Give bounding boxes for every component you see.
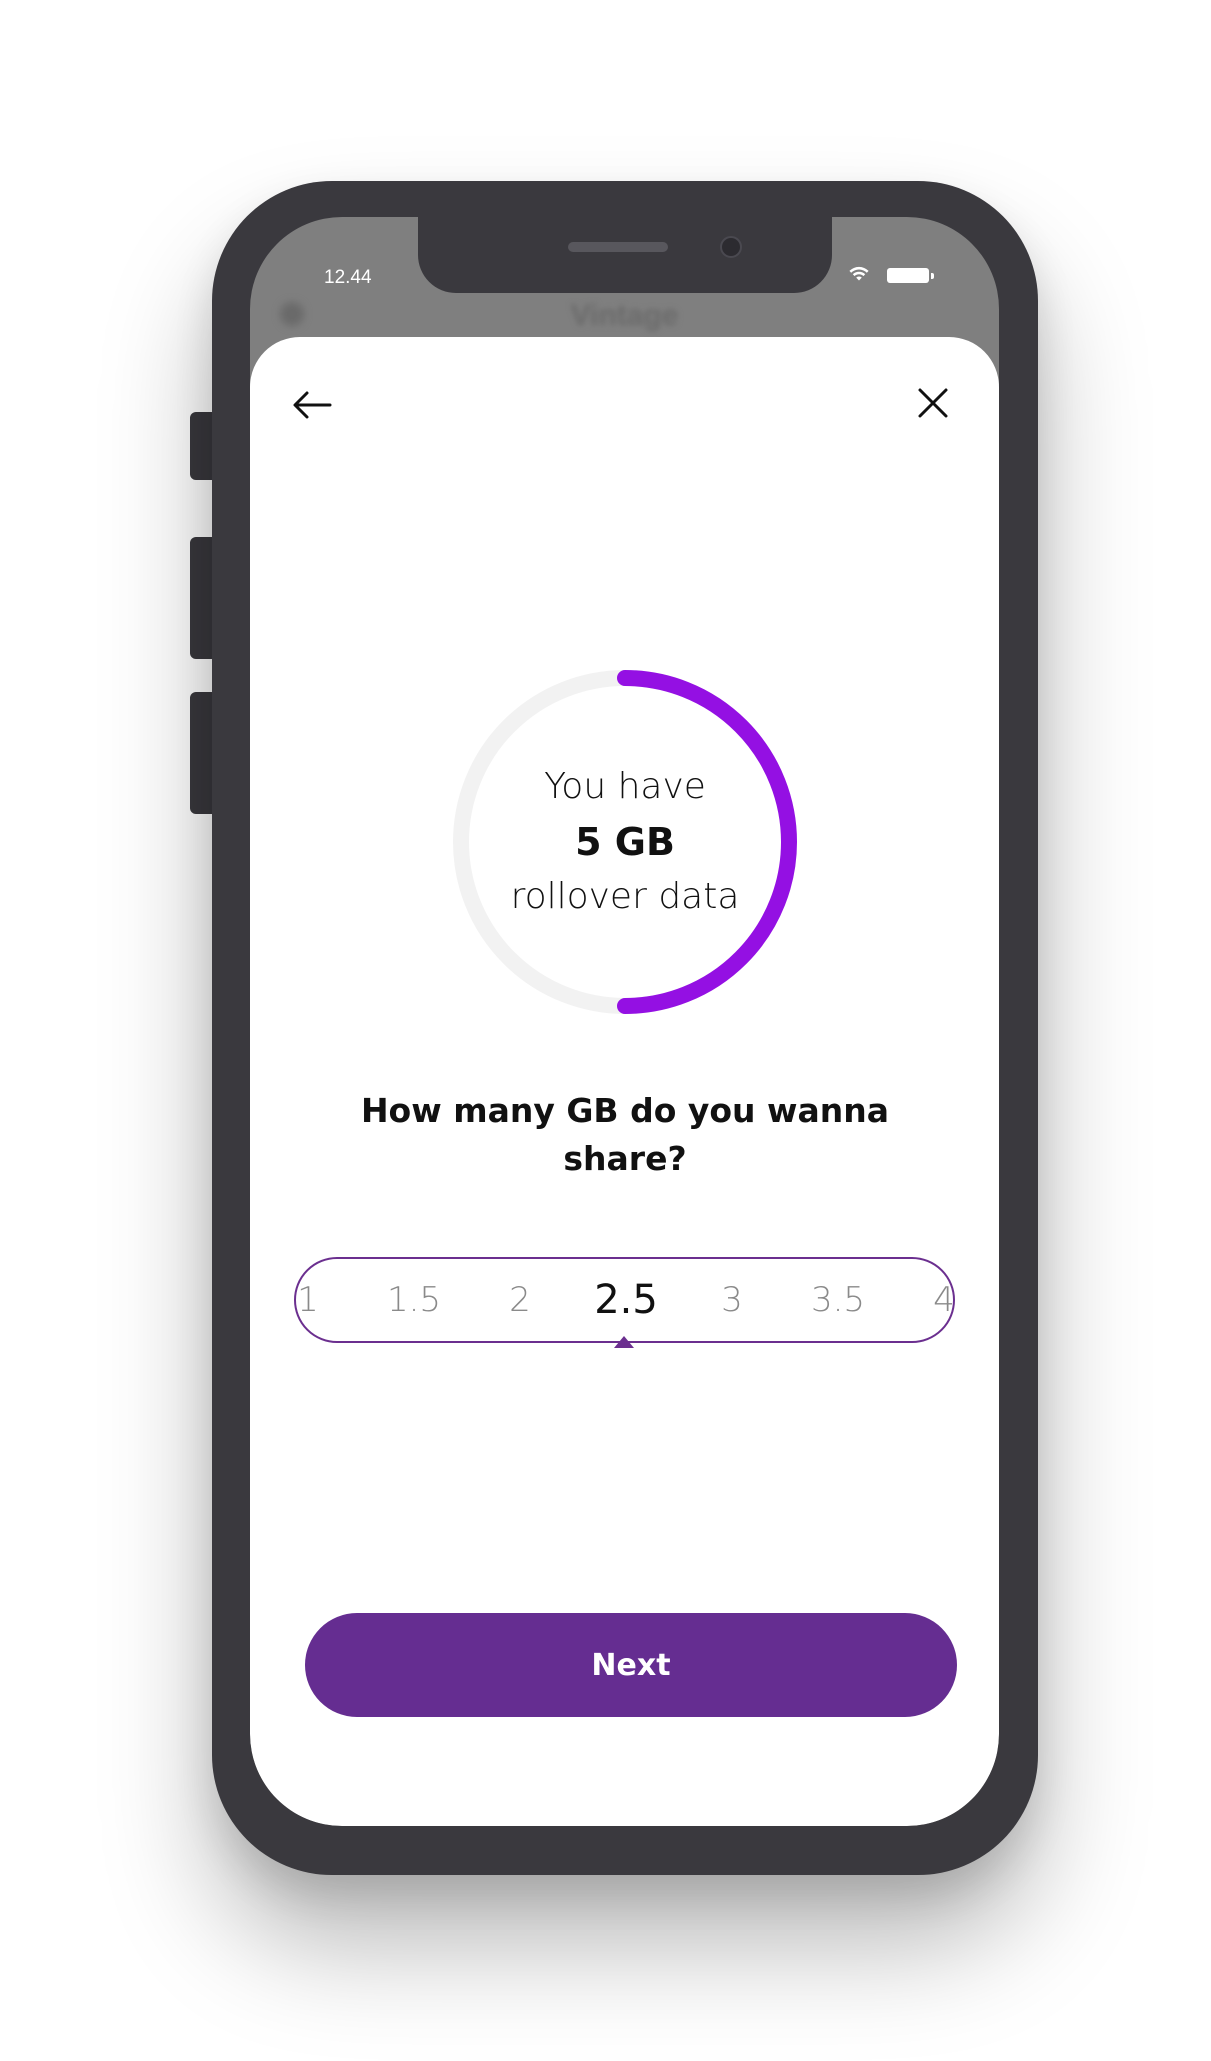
front-camera [720, 236, 742, 258]
close-icon [917, 387, 949, 423]
picker-option[interactable]: 4 [933, 1259, 953, 1341]
back-button[interactable] [282, 377, 342, 437]
next-button[interactable]: Next [305, 1613, 957, 1717]
phone-screen: Vintage 12.44 You have 5 GB rollover dat… [250, 217, 999, 1826]
phone-notch [418, 217, 832, 293]
gb-amount-picker[interactable]: 1 1.5 2 2.5 3 3.5 4 [294, 1257, 955, 1343]
status-time: 12.44 [324, 267, 372, 288]
wifi-icon [847, 264, 871, 286]
battery-icon [887, 267, 934, 283]
background-title: Vintage [570, 299, 679, 332]
picker-option[interactable]: 1 [297, 1259, 319, 1341]
picker-option[interactable]: 3.5 [811, 1259, 865, 1341]
share-question: How many GB do you wanna share? [360, 1091, 890, 1178]
picker-option[interactable]: 3 [721, 1259, 743, 1341]
picker-selected-indicator [614, 1336, 634, 1348]
speaker-grille [568, 242, 668, 252]
next-button-label: Next [591, 1647, 671, 1683]
stage: Vintage 12.44 You have 5 GB rollover dat… [0, 0, 1211, 2061]
picker-option[interactable]: 1.5 [387, 1259, 441, 1341]
ring-text-intro: You have [544, 766, 706, 807]
share-data-sheet: You have 5 GB rollover data How many GB … [250, 337, 999, 1826]
arrow-left-icon [292, 390, 332, 424]
picker-option[interactable]: 2 [509, 1259, 531, 1341]
data-ring: You have 5 GB rollover data [450, 667, 800, 1017]
status-icons [847, 264, 934, 286]
ring-text-caption: rollover data [510, 876, 740, 917]
ring-text-amount: 5 GB [575, 820, 675, 864]
picker-option-selected[interactable]: 2.5 [594, 1259, 658, 1341]
close-button[interactable] [903, 375, 963, 435]
data-ring-label: You have 5 GB rollover data [450, 667, 800, 1017]
